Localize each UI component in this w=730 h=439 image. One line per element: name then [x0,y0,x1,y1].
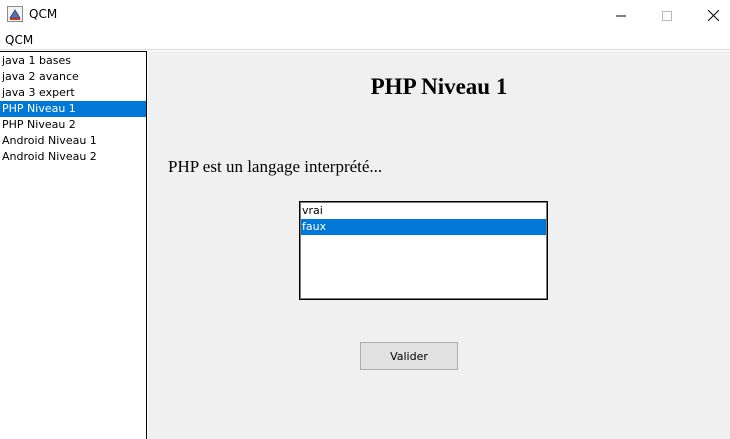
quiz-title: PHP Niveau 1 [370,74,508,99]
menu-qcm[interactable]: QCM [5,33,33,47]
answer-option-faux[interactable]: faux [301,219,546,235]
answer-option-vrai[interactable]: vrai [301,203,546,219]
quiz-list[interactable]: java 1 bases java 2 avance java 3 expert… [0,51,147,439]
close-icon [707,6,719,25]
answer-list[interactable]: vrai faux [299,201,548,300]
window-title: QCM [29,7,58,21]
minimize-icon [616,6,626,25]
minimize-button[interactable] [598,0,644,30]
menu-bar: QCM [0,30,730,50]
quiz-list-item-android-niveau-1[interactable]: Android Niveau 1 [0,133,146,149]
close-button[interactable] [690,0,730,30]
quiz-list-item-java-3-expert[interactable]: java 3 expert [0,85,146,101]
maximize-button[interactable] [644,0,690,30]
quiz-panel: PHP Niveau 1 PHP est un langage interpré… [148,51,730,439]
validate-button[interactable]: Valider [360,342,458,370]
title-bar: QCM [0,0,730,30]
maximize-icon [662,6,672,25]
quiz-list-item-java-2-avance[interactable]: java 2 avance [0,69,146,85]
quiz-list-item-android-niveau-2[interactable]: Android Niveau 2 [0,149,146,165]
java-app-icon [7,6,23,22]
quiz-list-item-php-niveau-2[interactable]: PHP Niveau 2 [0,117,146,133]
quiz-list-item-java-1-bases[interactable]: java 1 bases [0,53,146,69]
question-text: PHP est un langage interprété... [168,157,383,176]
quiz-list-item-php-niveau-1[interactable]: PHP Niveau 1 [0,101,146,117]
